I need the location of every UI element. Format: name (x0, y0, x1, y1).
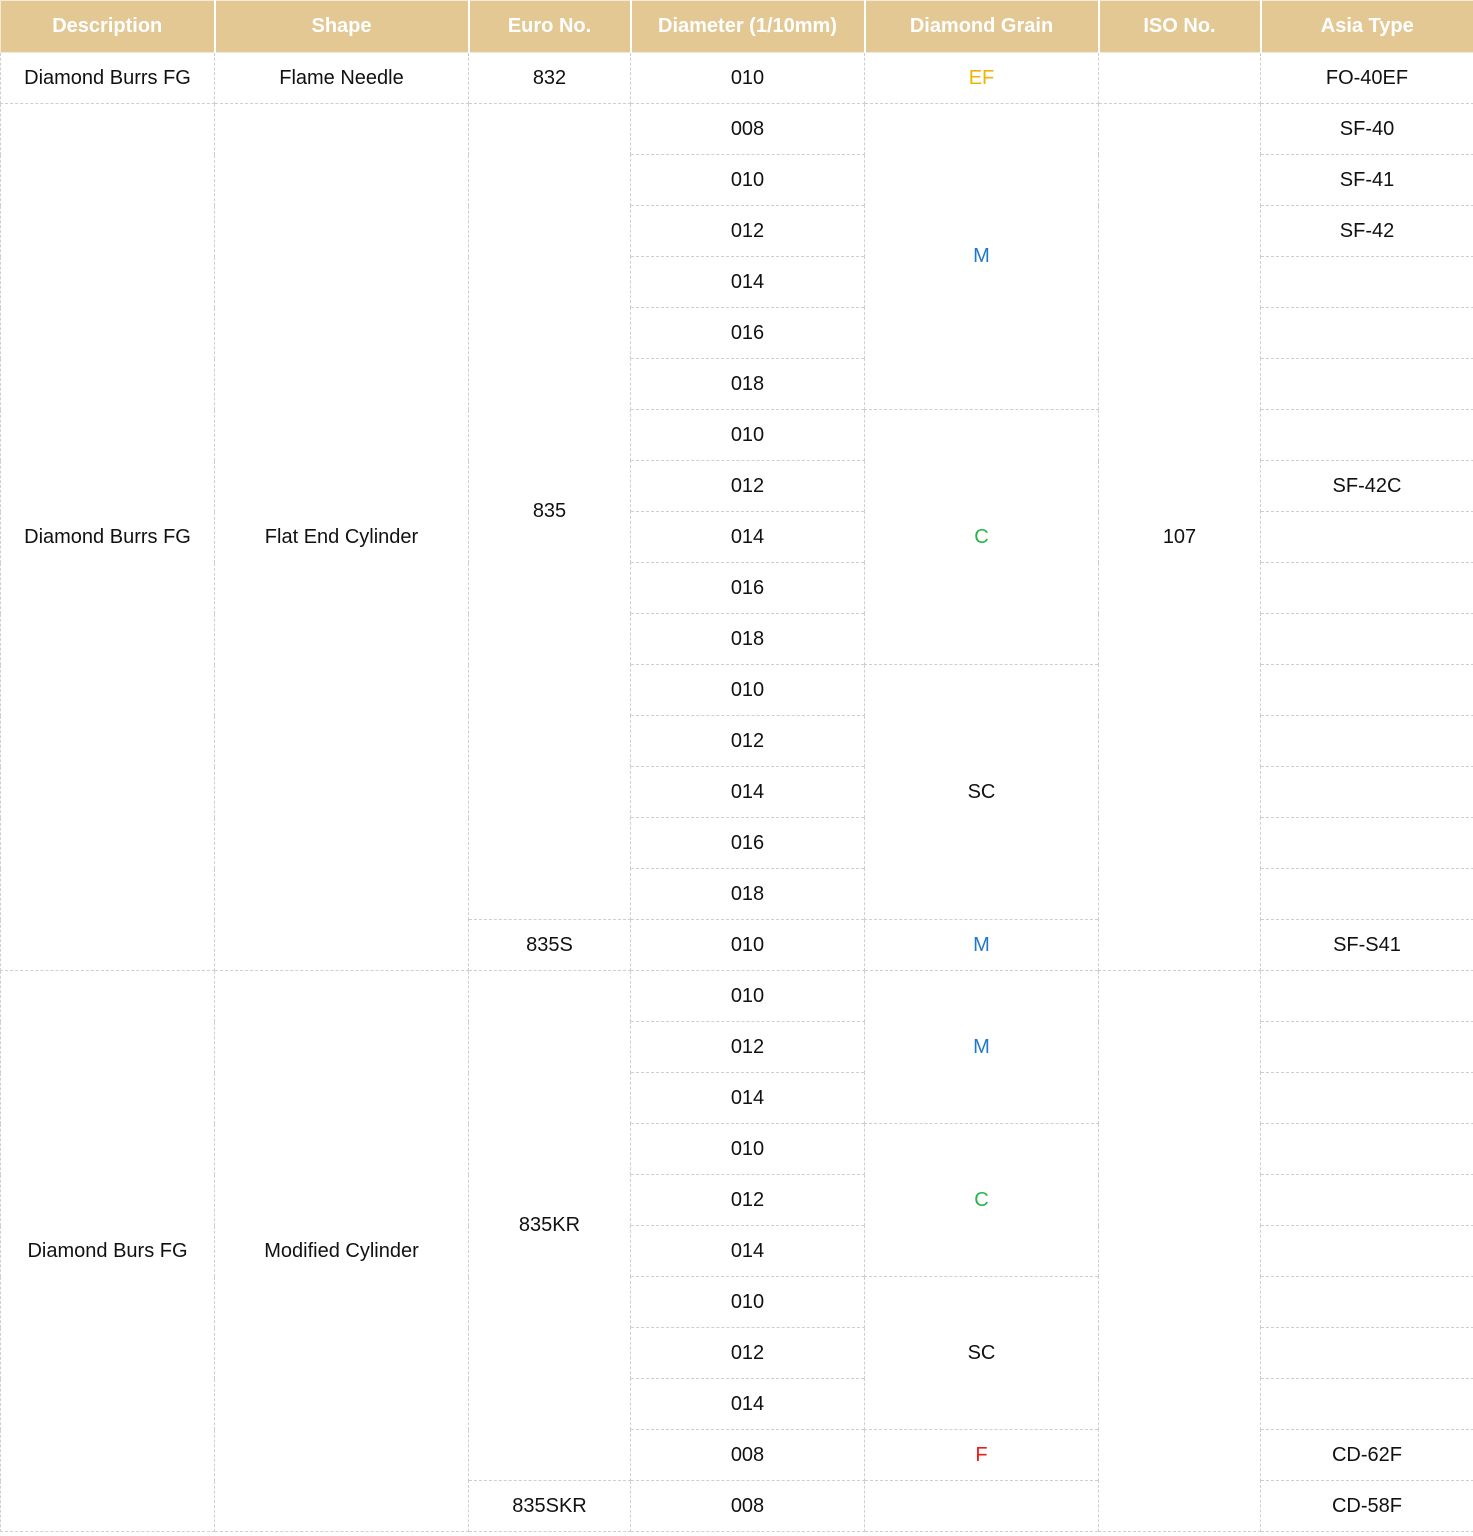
diamond-grain-cell: SC (864, 664, 1099, 920)
diamond-grain-cell: SC (864, 1276, 1099, 1430)
asia-type-cell (1260, 868, 1473, 920)
asia-type-cell (1260, 1123, 1473, 1175)
header-description: Description (0, 0, 215, 53)
euro-no-cell: 832 (468, 52, 631, 104)
header-shape: Shape (213, 0, 469, 53)
diameter-cell: 014 (630, 766, 865, 818)
diameter-cell: 010 (630, 154, 865, 206)
diamond-grain-cell: F (864, 1429, 1099, 1481)
diameter-cell: 012 (630, 1327, 865, 1379)
asia-type-cell (1260, 256, 1473, 308)
iso-no-cell (1098, 52, 1261, 104)
diameter-cell: 016 (630, 562, 865, 614)
shape-cell: Modified Cylinder (214, 970, 469, 1532)
diameter-cell: 018 (630, 868, 865, 920)
shape-cell: Flame Needle (214, 52, 469, 104)
asia-type-cell: SF-40 (1260, 103, 1473, 155)
diameter-cell: 008 (630, 1480, 865, 1532)
euro-no-cell: 835 (468, 103, 631, 920)
asia-type-cell: CD-62F (1260, 1429, 1473, 1481)
diameter-cell: 010 (630, 1276, 865, 1328)
diamond-grain-cell: EF (864, 52, 1099, 104)
description-cell: Diamond Burs FG (0, 970, 215, 1532)
shape-cell: Flat End Cylinder (214, 103, 469, 971)
description-cell: Diamond Burrs FG (0, 52, 215, 104)
diameter-cell: 010 (630, 52, 865, 104)
header-diamond-grain: Diamond Grain (863, 0, 1099, 53)
diameter-cell: 012 (630, 1174, 865, 1226)
euro-no-cell: 835SKR (468, 1480, 631, 1532)
asia-type-cell (1260, 766, 1473, 818)
asia-type-cell: CD-58F (1260, 1480, 1473, 1532)
asia-type-cell (1260, 1327, 1473, 1379)
iso-no-cell: 107 (1098, 103, 1261, 971)
header-asia-type: Asia Type (1259, 0, 1473, 53)
diameter-cell: 018 (630, 613, 865, 665)
header-diameter: Diameter (1/10mm) (629, 0, 865, 53)
header-euro-no: Euro No. (467, 0, 631, 53)
asia-type-cell (1260, 409, 1473, 461)
diameter-cell: 018 (630, 358, 865, 410)
diamond-grain-cell: M (864, 970, 1099, 1124)
diameter-cell: 014 (630, 1225, 865, 1277)
euro-no-cell: 835KR (468, 970, 631, 1481)
iso-no-cell (1098, 970, 1261, 1532)
asia-type-cell: FO-40EF (1260, 52, 1473, 104)
diameter-cell: 010 (630, 970, 865, 1022)
asia-type-cell (1260, 715, 1473, 767)
header-iso-no: ISO No. (1097, 0, 1261, 53)
diamond-grain-cell: C (864, 409, 1099, 665)
asia-type-cell (1260, 1174, 1473, 1226)
asia-type-cell (1260, 1378, 1473, 1430)
asia-type-cell (1260, 1276, 1473, 1328)
diameter-cell: 012 (630, 205, 865, 257)
diameter-cell: 016 (630, 307, 865, 359)
asia-type-cell: SF-42C (1260, 460, 1473, 512)
asia-type-cell (1260, 358, 1473, 410)
table-row: Diamond Burrs FG Flat End Cylinder 835 0… (0, 103, 1473, 971)
asia-type-cell: SF-42 (1260, 205, 1473, 257)
diameter-cell: 012 (630, 715, 865, 767)
diameter-cell: 010 (630, 664, 865, 716)
table-row: Diamond Burrs FG Flame Needle 832 010 EF… (0, 52, 1473, 104)
asia-type-cell (1260, 562, 1473, 614)
table-row: Diamond Burs FG Modified Cylinder 835KR … (0, 970, 1473, 1532)
asia-type-cell (1260, 511, 1473, 563)
asia-type-cell: SF-41 (1260, 154, 1473, 206)
diameter-cell: 016 (630, 817, 865, 869)
diameter-cell: 012 (630, 1021, 865, 1073)
diameter-cell: 010 (630, 919, 865, 971)
diameter-cell: 012 (630, 460, 865, 512)
diamond-grain-cell: M (864, 919, 1099, 971)
diameter-cell: 008 (630, 1429, 865, 1481)
asia-type-cell (1260, 1072, 1473, 1124)
product-table: Description Shape Euro No. Diameter (1/1… (0, 0, 1473, 1532)
asia-type-cell: SF-S41 (1260, 919, 1473, 971)
diameter-cell: 008 (630, 103, 865, 155)
asia-type-cell (1260, 613, 1473, 665)
description-cell: Diamond Burrs FG (0, 103, 215, 971)
asia-type-cell (1260, 817, 1473, 869)
asia-type-cell (1260, 970, 1473, 1022)
diameter-cell: 014 (630, 256, 865, 308)
diameter-cell: 010 (630, 409, 865, 461)
diamond-grain-cell: M (864, 103, 1099, 410)
diameter-cell: 014 (630, 1378, 865, 1430)
header-row: Description Shape Euro No. Diameter (1/1… (0, 0, 1473, 53)
euro-no-cell: 835S (468, 919, 631, 971)
diameter-cell: 014 (630, 1072, 865, 1124)
asia-type-cell (1260, 307, 1473, 359)
diameter-cell: 010 (630, 1123, 865, 1175)
asia-type-cell (1260, 664, 1473, 716)
asia-type-cell (1260, 1225, 1473, 1277)
diamond-grain-cell (864, 1480, 1099, 1532)
asia-type-cell (1260, 1021, 1473, 1073)
diameter-cell: 014 (630, 511, 865, 563)
diamond-grain-cell: C (864, 1123, 1099, 1277)
